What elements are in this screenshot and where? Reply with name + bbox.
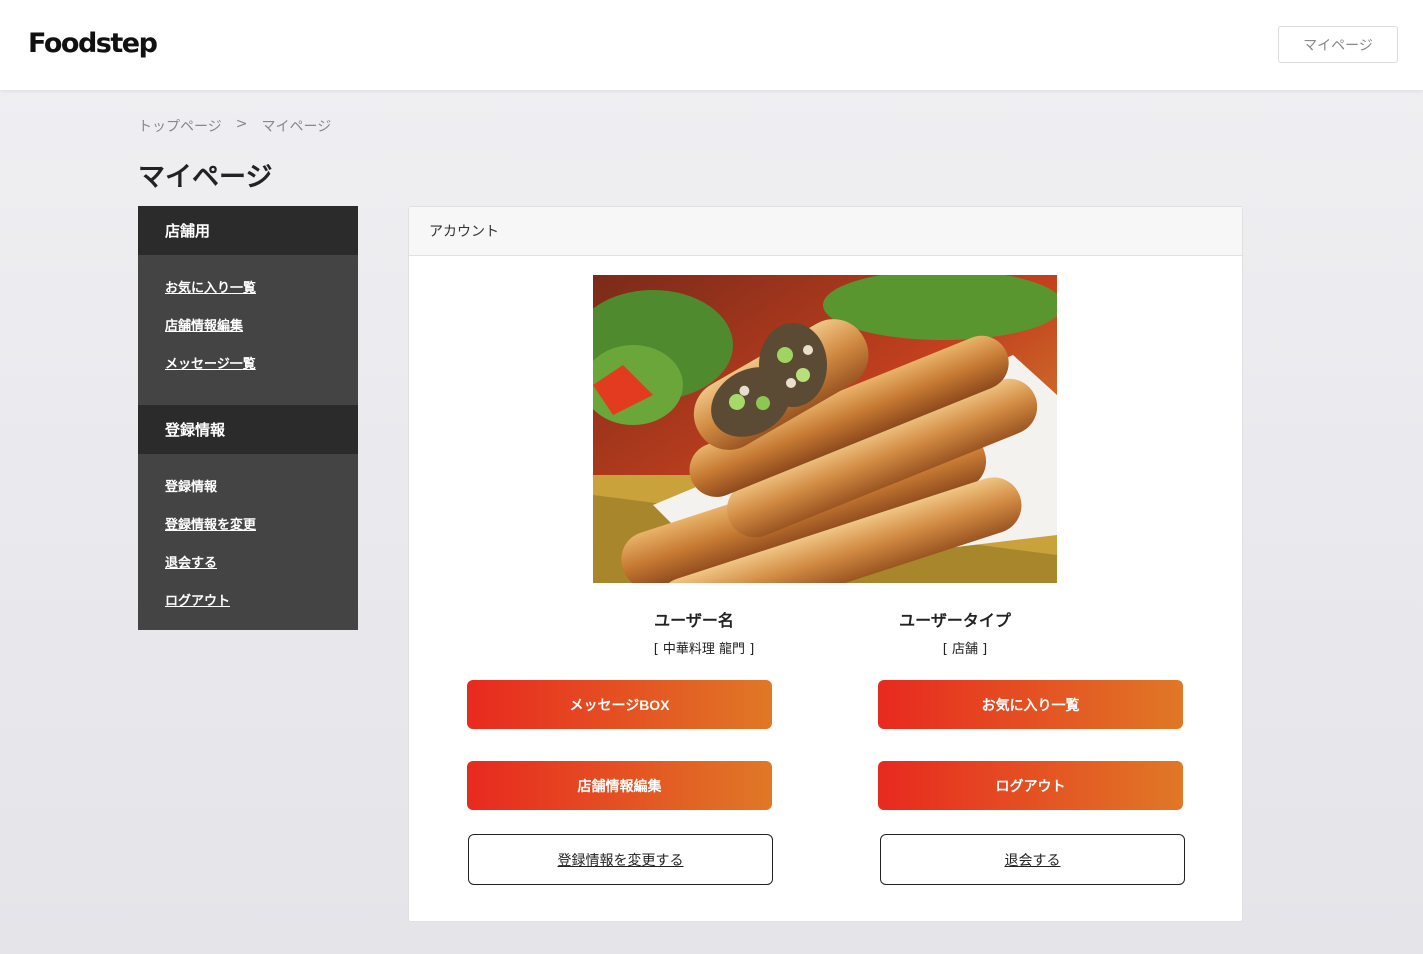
account-card: アカウント ユーザー名 [中華料理 龍門] ユーザータイプ [店舗] メ… (408, 206, 1243, 922)
edit-store-button[interactable]: 店舗情報編集 (467, 761, 772, 810)
sidebar-store-list: お気に入り一覧 店舗情報編集 メッセージ一覧 (138, 255, 358, 405)
store-image (593, 275, 1057, 583)
sidebar-item-messages[interactable]: メッセージ一覧 (165, 353, 358, 391)
breadcrumb: トップページ > マイページ (138, 116, 331, 136)
mypage-button[interactable]: マイページ (1278, 26, 1398, 63)
breadcrumb-top[interactable]: トップページ (138, 116, 222, 136)
message-box-button[interactable]: メッセージBOX (467, 680, 772, 729)
breadcrumb-current: マイページ (261, 119, 332, 135)
withdraw-button[interactable]: 退会する (880, 834, 1185, 885)
sidebar-item-logout[interactable]: ログアウト (165, 590, 358, 628)
account-card-header: アカウント (409, 207, 1242, 256)
sidebar: 店舗用 お気に入り一覧 店舗情報編集 メッセージ一覧 登録情報 登録情報 登録情… (138, 206, 358, 630)
sidebar-item-withdraw[interactable]: 退会する (165, 552, 358, 590)
breadcrumb-separator: > (235, 116, 248, 132)
sidebar-item-edit-store[interactable]: 店舗情報編集 (165, 315, 358, 353)
user-type-value: [ 店舗 ] (942, 642, 988, 657)
sidebar-item-change-info[interactable]: 登録情報を変更 (165, 514, 358, 552)
sidebar-heading-account: 登録情報 (138, 405, 358, 454)
sidebar-item-info: 登録情報 (165, 480, 218, 495)
sidebar-account-list: 登録情報 登録情報を変更 退会する ログアウト (138, 454, 358, 642)
sidebar-heading-store: 店舗用 (138, 206, 358, 255)
page-title: マイページ (138, 162, 273, 193)
site-logo[interactable]: Foodstep (28, 28, 158, 59)
favorites-button[interactable]: お気に入り一覧 (878, 680, 1183, 729)
change-info-button[interactable]: 登録情報を変更する (468, 834, 773, 885)
user-name-label: ユーザー名 (654, 611, 734, 630)
logout-button[interactable]: ログアウト (878, 761, 1183, 810)
sidebar-item-favorites[interactable]: お気に入り一覧 (165, 277, 358, 315)
site-header: Foodstep マイページ (0, 0, 1423, 90)
user-name-value: [ 中華料理 龍門 ] (653, 642, 755, 657)
spring-rolls-image (593, 275, 1057, 583)
user-type-label: ユーザータイプ (899, 611, 1011, 630)
